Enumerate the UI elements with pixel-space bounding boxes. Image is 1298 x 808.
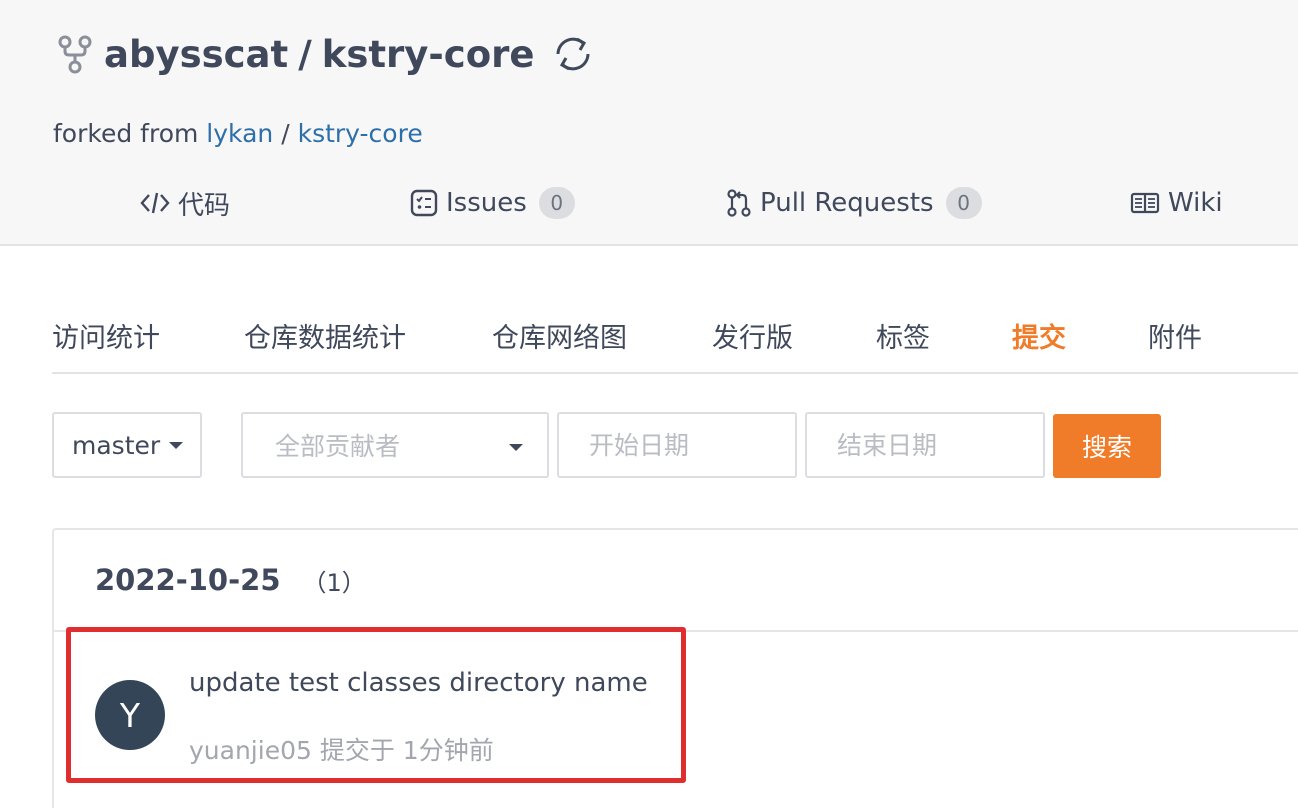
caret-down-icon: [169, 441, 184, 449]
branch-select[interactable]: master: [52, 412, 202, 478]
repo-nav: 代码 Issues 0 Pull Requests 0 Wiki: [0, 178, 1298, 228]
subnav-releases[interactable]: 发行版: [712, 316, 793, 355]
subnav-network-graph[interactable]: 仓库网络图: [492, 316, 627, 355]
nav-issues[interactable]: Issues 0: [410, 178, 575, 228]
subnav-commits[interactable]: 提交: [1012, 316, 1066, 355]
contributor-select[interactable]: 全部贡献者: [241, 412, 549, 478]
avatar[interactable]: Y: [95, 680, 165, 750]
commit-count: （1）: [302, 568, 366, 597]
forked-owner-link[interactable]: lykan: [206, 119, 273, 148]
subnav-repo-stats[interactable]: 仓库数据统计: [244, 316, 406, 355]
branch-select-value: master: [72, 430, 161, 460]
commit-message-link[interactable]: update test classes directory name: [189, 668, 648, 698]
forked-repo-link[interactable]: kstry-core: [298, 119, 423, 148]
nav-code-label: 代码: [178, 190, 231, 221]
nav-pulls-label: Pull Requests: [760, 188, 934, 218]
forked-prefix: forked from: [53, 119, 199, 148]
contributor-select-placeholder: 全部贡献者: [275, 432, 401, 461]
nav-issues-label: Issues: [446, 188, 527, 218]
repo-name-link[interactable]: kstry-core: [322, 33, 535, 76]
sync-icon[interactable]: [550, 31, 596, 77]
start-date-input[interactable]: [557, 412, 797, 478]
commit-item: Y update test classes directory name yua…: [54, 632, 1298, 796]
repo-separator: /: [298, 32, 312, 76]
code-icon: [140, 191, 170, 215]
commit-date: 2022-10-25: [95, 563, 281, 597]
subnav-attachments[interactable]: 附件: [1148, 316, 1202, 355]
repo-title: abysscat / kstry-core: [56, 30, 596, 78]
subnav: 访问统计 仓库数据统计 仓库网络图 发行版 标签 提交 附件: [52, 310, 1298, 374]
repo-header: abysscat / kstry-core forked from lykan …: [0, 0, 1298, 246]
commit-meta: yuanjie05 提交于 1分钟前: [189, 736, 494, 765]
commits-panel: 2022-10-25 （1） Y update test classes dir…: [52, 528, 1298, 808]
fork-icon: [56, 34, 94, 74]
issues-icon: [410, 189, 438, 217]
forked-separator: /: [281, 119, 290, 148]
search-button[interactable]: 搜索: [1053, 414, 1161, 478]
nav-wiki[interactable]: Wiki: [1130, 178, 1223, 228]
pulls-count-badge: 0: [945, 187, 982, 219]
subnav-visit-stats[interactable]: 访问统计: [52, 316, 160, 355]
nav-pull-requests[interactable]: Pull Requests 0: [726, 178, 982, 228]
nav-code[interactable]: 代码: [140, 178, 230, 228]
end-date-input[interactable]: [805, 412, 1045, 478]
pull-request-icon: [726, 189, 752, 217]
forked-from: forked from lykan / kstry-core: [53, 119, 423, 148]
subnav-tags[interactable]: 标签: [876, 316, 930, 355]
wiki-icon: [1130, 191, 1160, 215]
nav-wiki-label: Wiki: [1168, 188, 1223, 218]
commit-date-group: 2022-10-25 （1）: [54, 530, 1298, 632]
repo-owner-link[interactable]: abysscat: [104, 33, 288, 76]
caret-down-icon: [509, 444, 523, 451]
issues-count-badge: 0: [538, 187, 575, 219]
